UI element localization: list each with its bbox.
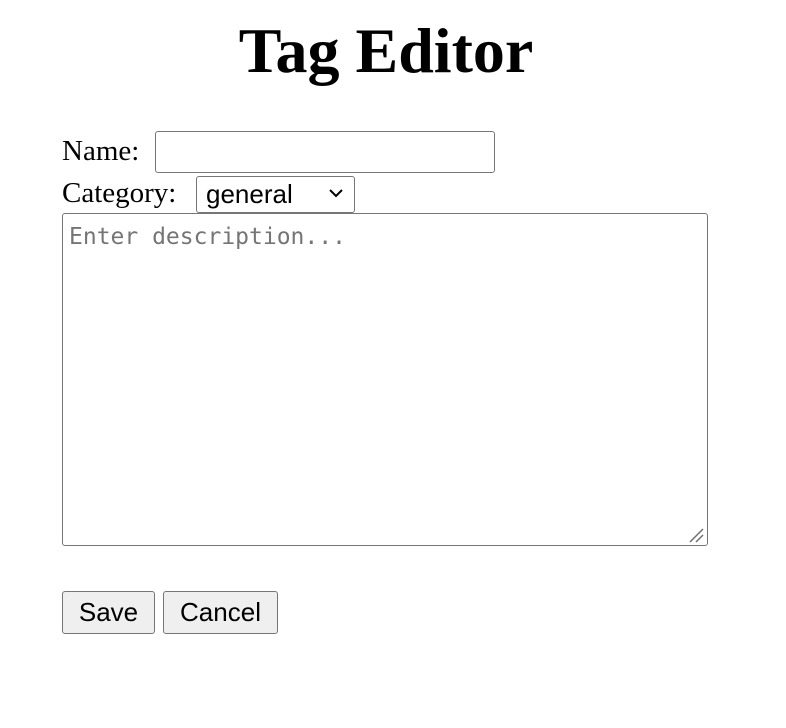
category-select[interactable]: general [196,176,355,213]
category-selected-value: general [206,179,293,209]
category-label: Category: [62,177,177,209]
name-label: Name: [62,135,140,167]
description-textarea[interactable] [62,213,708,546]
name-input[interactable] [155,131,495,173]
save-button[interactable]: Save [62,591,155,634]
resize-handle-icon[interactable] [688,527,704,543]
chevron-down-icon [329,189,343,198]
page-title: Tag Editor [238,15,534,86]
cancel-button[interactable]: Cancel [163,591,278,634]
